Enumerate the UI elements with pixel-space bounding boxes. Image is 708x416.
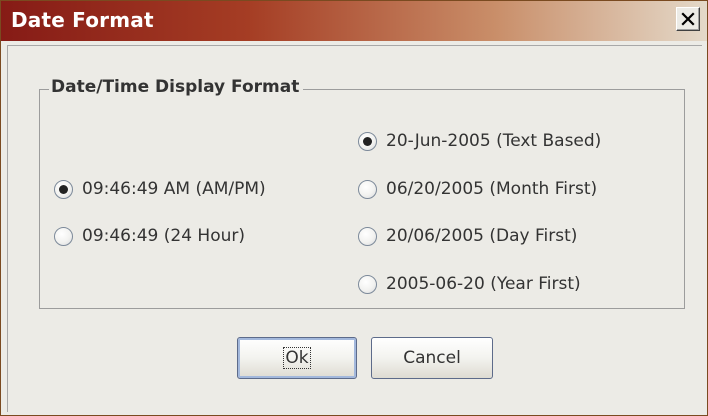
radio-label: 20/06/2005 (Day First) [386, 226, 578, 246]
cancel-button-label: Cancel [403, 348, 461, 368]
ok-button[interactable]: Ok [237, 337, 357, 379]
radio-date-day-first[interactable]: 20/06/2005 (Day First) [358, 223, 577, 249]
radio-button-icon [54, 179, 73, 199]
radio-button-icon [358, 179, 377, 199]
radio-time-24hour[interactable]: 09:46:49 (24 Hour) [54, 223, 245, 249]
radio-button-icon [54, 226, 73, 246]
group-legend: Date/Time Display Format [49, 75, 304, 99]
radio-button-icon [358, 226, 377, 246]
radio-date-year-first[interactable]: 2005-06-20 (Year First) [358, 271, 581, 297]
radio-label: 09:46:49 (24 Hour) [82, 226, 246, 246]
title-bar[interactable]: Date Format [1, 1, 707, 41]
date-format-dialog: Date Format Date/Time Display Format 09:… [0, 0, 708, 416]
window-title: Date Format [11, 8, 154, 32]
radio-label: 09:46:49 AM (AM/PM) [82, 179, 266, 199]
close-button[interactable] [676, 7, 700, 31]
radio-label: 20-Jun-2005 (Text Based) [386, 131, 602, 151]
radio-date-text-based[interactable]: 20-Jun-2005 (Text Based) [358, 128, 601, 154]
radio-selected-dot [363, 136, 372, 146]
ok-button-label: Ok [283, 347, 311, 369]
radio-button-icon [358, 131, 377, 151]
radio-time-ampm[interactable]: 09:46:49 AM (AM/PM) [54, 176, 266, 202]
radio-label: 2005-06-20 (Year First) [386, 274, 581, 294]
radio-label: 06/20/2005 (Month First) [386, 179, 598, 199]
radio-date-month-first[interactable]: 06/20/2005 (Month First) [358, 176, 597, 202]
radio-selected-dot [59, 184, 68, 194]
cancel-button[interactable]: Cancel [371, 337, 493, 379]
radio-button-icon [358, 274, 377, 294]
close-icon [681, 12, 695, 26]
